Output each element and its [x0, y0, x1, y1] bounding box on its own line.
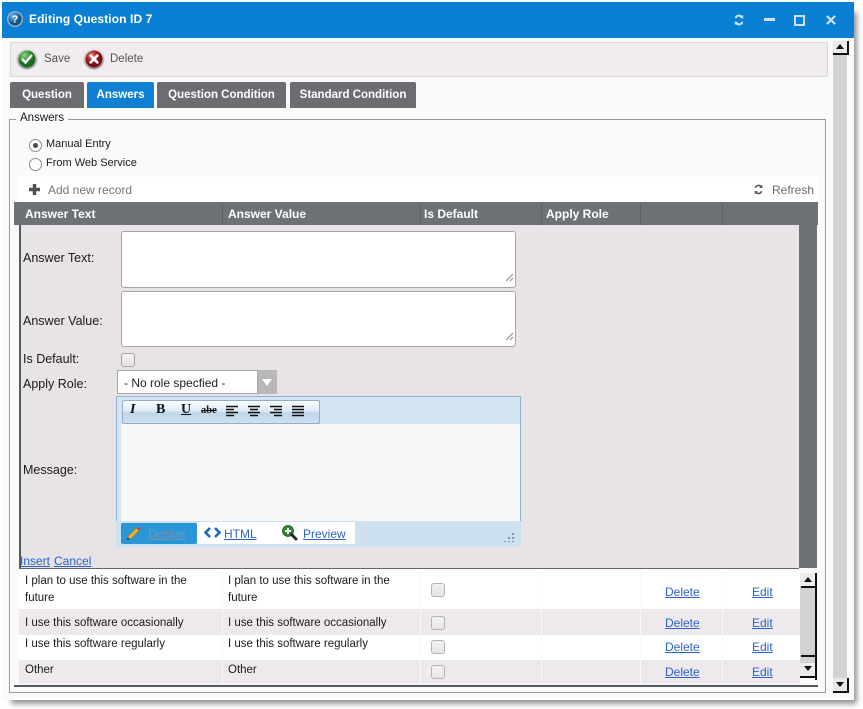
svg-text:?: ? [12, 15, 18, 26]
